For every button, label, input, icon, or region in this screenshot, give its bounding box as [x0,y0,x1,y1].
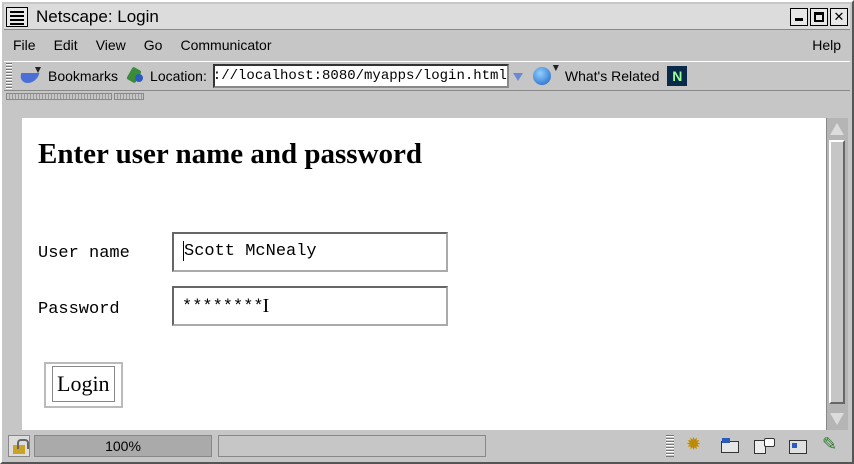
toolbar-grip[interactable] [6,63,12,89]
title-bar[interactable]: Netscape: Login ✕ [4,4,850,30]
menu-file[interactable]: File [4,37,45,53]
toolbar-tab-1[interactable] [6,93,112,100]
menu-go[interactable]: Go [135,37,172,53]
composer-icon[interactable] [820,434,844,456]
menu-edit[interactable]: Edit [45,37,87,53]
component-bar-grip[interactable] [666,435,674,457]
status-bar: 100% [4,432,850,460]
username-value: Scott McNealy [184,242,317,261]
address-book-icon[interactable] [786,436,810,456]
location-input[interactable]: http://localhost:8080/myapps/login.html [212,64,509,88]
window-menu-icon[interactable] [6,6,28,27]
location-dropdown-icon[interactable] [511,65,525,87]
menu-communicator[interactable]: Communicator [171,37,280,53]
menu-view[interactable]: View [87,37,135,53]
ibeam-cursor-icon: I [262,295,270,317]
username-label: User name [38,244,130,263]
security-lock-icon[interactable] [8,435,30,457]
login-button[interactable]: Login [44,362,123,408]
scroll-up-arrow-icon[interactable] [830,122,844,136]
bookmarks-button[interactable]: Bookmarks [48,68,118,84]
page-title: Enter user name and password [38,138,423,170]
password-value: ******** [182,297,264,317]
menu-bar: File Edit View Go Communicator Help [4,32,850,58]
login-button-label: Login [52,366,115,402]
toolbar-collapse-tabs [6,93,146,101]
location-url: http://localhost:8080/myapps/login.html [212,68,507,84]
whats-related-button[interactable]: What's Related [565,68,660,84]
location-icon[interactable] [126,66,146,86]
close-button[interactable]: ✕ [830,7,848,26]
netscape-n-logo[interactable]: N [667,66,688,86]
maximize-button[interactable] [810,7,828,26]
password-input[interactable]: ********I [172,286,448,326]
bookmarks-icon[interactable] [18,67,44,85]
newsgroups-icon[interactable] [752,436,776,456]
mail-icon[interactable] [718,436,742,456]
scroll-down-arrow-icon[interactable] [830,412,844,426]
scroll-thumb[interactable] [829,140,845,404]
username-input[interactable]: Scott McNealy [172,232,448,272]
location-toolbar: Bookmarks Location: http://localhost:808… [4,61,850,91]
window-title: Netscape: Login [36,6,159,26]
toolbar-tab-2[interactable] [114,93,144,100]
location-label: Location: [150,68,207,84]
menu-help[interactable]: Help [803,37,850,53]
vertical-scrollbar[interactable] [826,118,848,430]
progress-bar: 100% [34,435,212,457]
status-message [218,435,486,457]
navigator-icon[interactable] [684,434,708,456]
password-label: Password [38,300,120,319]
progress-text: 100% [105,438,141,454]
page-content: Enter user name and password User name S… [22,118,826,430]
minimize-button[interactable] [790,7,808,26]
netscape-window: Netscape: Login ✕ File Edit View Go Comm… [0,0,854,464]
whats-related-icon[interactable] [531,65,561,87]
